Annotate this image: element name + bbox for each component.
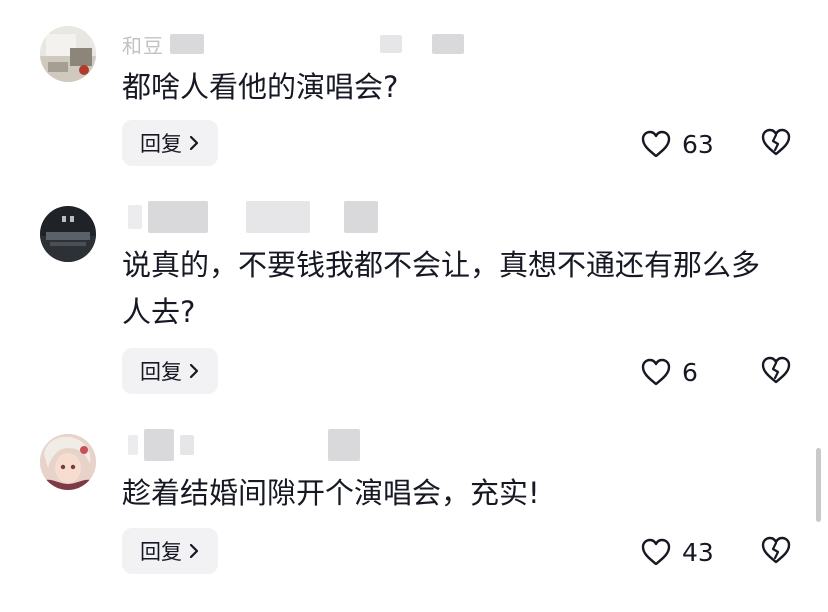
like-button[interactable]: 63 <box>640 124 714 164</box>
dislike-button[interactable] <box>760 534 792 566</box>
avatar-image <box>40 26 96 82</box>
username-redacted <box>128 205 142 229</box>
comment-text: 都啥人看他的演唱会? <box>122 70 399 104</box>
comment-username[interactable] <box>122 200 378 234</box>
broken-heart-icon <box>761 536 791 564</box>
heart-outline-icon <box>641 130 671 158</box>
scrollbar[interactable] <box>816 448 821 522</box>
avatar[interactable] <box>40 206 96 262</box>
heart-outline-icon <box>641 538 671 566</box>
username-redacted <box>246 201 310 233</box>
chevron-right-icon <box>189 363 199 379</box>
like-button[interactable]: 6 <box>640 352 698 392</box>
comment-username[interactable] <box>122 428 360 462</box>
like-count: 63 <box>682 129 714 159</box>
username-redacted <box>432 34 464 54</box>
username-redacted <box>344 201 378 233</box>
avatar[interactable] <box>40 434 96 490</box>
reply-label: 回复 <box>140 360 182 384</box>
comment-text: 趁着结婚间隙开个演唱会，充实! <box>122 476 540 510</box>
like-count: 6 <box>682 357 698 387</box>
reply-button[interactable]: 回复 <box>122 348 218 394</box>
reply-label: 回复 <box>140 540 182 564</box>
chevron-right-icon <box>189 135 199 151</box>
avatar-image <box>40 434 96 490</box>
username-redacted <box>180 435 194 455</box>
like-count: 43 <box>682 537 714 567</box>
broken-heart-icon <box>761 356 791 384</box>
comment-username[interactable]: 和豆 <box>122 32 464 58</box>
reply-button[interactable]: 回复 <box>122 528 218 574</box>
username-redacted <box>328 429 360 461</box>
reply-button[interactable]: 回复 <box>122 120 218 166</box>
username-redacted <box>380 35 402 53</box>
username-redacted <box>148 201 208 233</box>
comment-text: 说真的，不要钱我都不会让，真想不通还有那么多人去? <box>122 248 761 329</box>
chevron-right-icon <box>189 543 199 559</box>
avatar[interactable] <box>40 26 96 82</box>
username-text: 和豆 <box>122 33 164 58</box>
username-redacted <box>170 34 204 54</box>
broken-heart-icon <box>761 128 791 156</box>
dislike-button[interactable] <box>760 126 792 158</box>
username-redacted <box>128 435 138 455</box>
username-redacted <box>144 429 174 461</box>
heart-outline-icon <box>641 358 671 386</box>
avatar-image <box>40 206 96 262</box>
reply-label: 回复 <box>140 132 182 156</box>
like-button[interactable]: 43 <box>640 532 714 572</box>
dislike-button[interactable] <box>760 354 792 386</box>
